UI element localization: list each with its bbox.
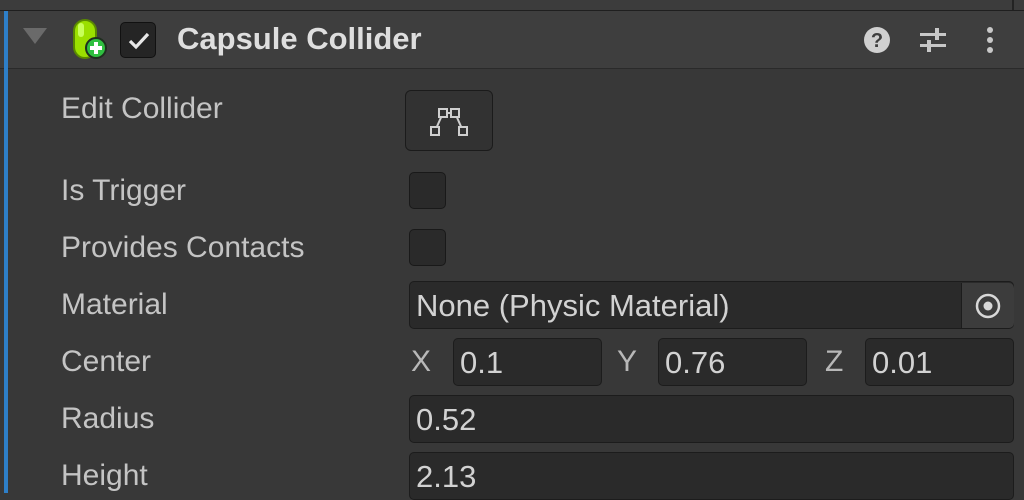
- center-label: Center: [61, 345, 152, 378]
- component-title: Capsule Collider: [177, 21, 422, 56]
- more-options-icon[interactable]: [975, 25, 1005, 55]
- component-enabled-checkbox[interactable]: [120, 22, 156, 58]
- provides-contacts-label: Provides Contacts: [61, 231, 305, 264]
- height-label: Height: [61, 459, 148, 492]
- checkmark-icon: [128, 32, 150, 50]
- center-z-label: Z: [825, 345, 844, 378]
- object-picker-icon: [975, 293, 1001, 319]
- capsule-collider-icon: [73, 19, 107, 59]
- edit-collider-button[interactable]: [405, 90, 493, 151]
- center-y-label: Y: [617, 345, 638, 378]
- radius-label: Radius: [61, 402, 155, 435]
- center-x-field[interactable]: 0.1: [453, 338, 602, 386]
- scroll-divider: [1012, 0, 1014, 10]
- material-label: Material: [61, 288, 168, 321]
- is-trigger-label: Is Trigger: [61, 174, 187, 207]
- center-z-field[interactable]: 0.01: [865, 338, 1014, 386]
- edit-collider-label: Edit Collider: [61, 92, 223, 125]
- selection-accent-bar: [4, 11, 8, 493]
- preset-sliders-icon[interactable]: [918, 25, 948, 55]
- svg-text:?: ?: [871, 30, 883, 52]
- center-x-label: X: [411, 345, 432, 378]
- help-icon[interactable]: ?: [862, 25, 892, 55]
- edit-collider-icon: [430, 108, 468, 136]
- center-y-field[interactable]: 0.76: [658, 338, 807, 386]
- previous-component-edge: [0, 0, 1024, 11]
- foldout-arrow-icon[interactable]: [23, 28, 47, 44]
- provides-contacts-checkbox[interactable]: [409, 229, 446, 266]
- object-picker-button[interactable]: [961, 283, 1014, 328]
- radius-field[interactable]: 0.52: [409, 395, 1014, 443]
- is-trigger-checkbox[interactable]: [409, 172, 446, 209]
- material-object-field[interactable]: None (Physic Material): [409, 281, 1014, 329]
